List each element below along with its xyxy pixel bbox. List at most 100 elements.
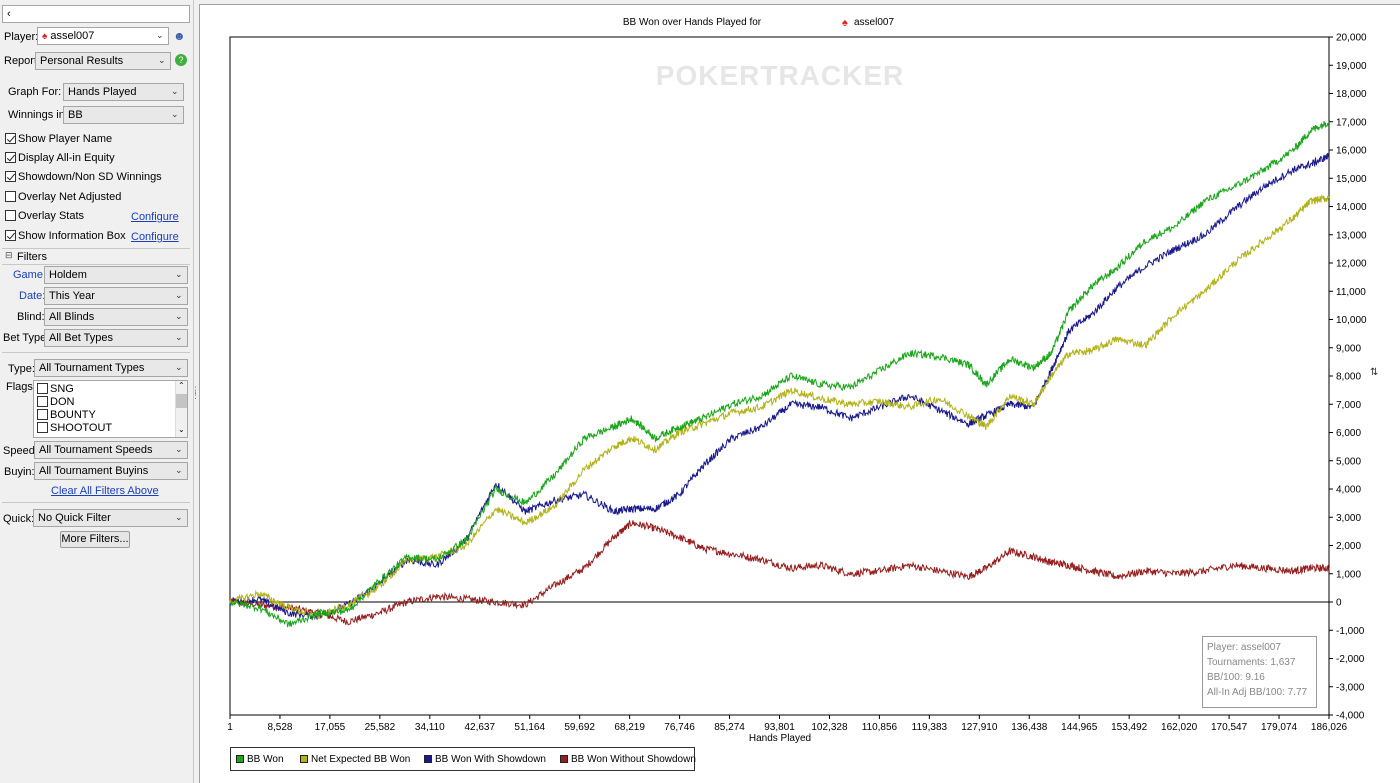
- x-tick-label: 136,438: [1011, 722, 1048, 733]
- graph-for-value: Hands Played: [68, 86, 137, 98]
- checkbox-box[interactable]: [5, 171, 16, 182]
- y-tick-label: 11,000: [1336, 287, 1366, 298]
- chart-legend: BB Won Net Expected BB Won BB Won With S…: [230, 747, 696, 771]
- tournament-type-select[interactable]: All Tournament Types ⌄: [34, 359, 188, 377]
- collapse-icon[interactable]: ⊟: [5, 250, 13, 261]
- title-spade-icon: ♠: [842, 17, 848, 29]
- speed-select[interactable]: All Tournament Speeds ⌄: [34, 441, 188, 459]
- series-line: [229, 120, 1330, 628]
- report-select[interactable]: Personal Results ⌄: [35, 52, 171, 70]
- player-select[interactable]: ♠ assel007 ⌄: [37, 27, 169, 45]
- checkbox-label: Show Player Name: [18, 133, 113, 145]
- checkbox-box[interactable]: [37, 422, 48, 433]
- y-tick-label: 6,000: [1336, 428, 1361, 439]
- legend-swatch: [424, 755, 432, 763]
- flag-item[interactable]: BOUNTY: [37, 409, 96, 422]
- bet-type-select[interactable]: All Bet Types ⌄: [44, 329, 188, 347]
- x-tick-label: 119,383: [912, 722, 948, 733]
- divider: [2, 502, 190, 503]
- y-tick-label: 5,000: [1336, 456, 1361, 467]
- blind-label: Blind:: [17, 311, 45, 323]
- speed-value: All Tournament Speeds: [39, 444, 153, 456]
- y-tick-label: 12,000: [1336, 259, 1367, 270]
- information-box: Player: assel007 Tournaments: 1,637 BB/1…: [1202, 636, 1317, 708]
- more-filters-button[interactable]: More Filters...: [60, 531, 130, 548]
- overlay-stats-configure-link[interactable]: Configure: [131, 211, 179, 223]
- resize-handle-icon[interactable]: ⇅: [1370, 367, 1378, 378]
- y-tick-label: -2,000: [1336, 654, 1365, 665]
- flag-item[interactable]: DON: [37, 396, 74, 409]
- checkbox-box[interactable]: [5, 230, 16, 241]
- x-tick-label: 170,547: [1211, 722, 1248, 733]
- date-select[interactable]: This Year ⌄: [44, 287, 188, 305]
- filters-header: Filters: [17, 251, 47, 263]
- graph-for-label: Graph For:: [8, 86, 62, 98]
- clear-all-filters-link[interactable]: Clear All Filters Above: [51, 485, 159, 497]
- display-all-in-equity-checkbox[interactable]: Display All-in Equity: [5, 152, 115, 166]
- checkbox-box[interactable]: [37, 383, 48, 394]
- x-tick-label: 162,020: [1161, 722, 1198, 733]
- chevron-down-icon: ⌄: [171, 86, 179, 96]
- checkbox-box[interactable]: [37, 409, 48, 420]
- checkbox-box[interactable]: [5, 152, 16, 163]
- blind-select[interactable]: All Blinds ⌄: [44, 308, 188, 326]
- x-tick-label: 102,328: [811, 722, 848, 733]
- x-tick-label: 179,074: [1261, 722, 1298, 733]
- info-all-in-adj: All-In Adj BB/100: 7.77: [1207, 687, 1308, 698]
- type-label: Type:: [8, 363, 35, 375]
- checkbox-box[interactable]: [5, 133, 16, 144]
- y-tick-label: 9,000: [1336, 343, 1361, 354]
- checkbox-label: Overlay Stats: [18, 210, 85, 222]
- game-select[interactable]: Holdem ⌄: [44, 266, 188, 284]
- showdown-non-sd-checkbox[interactable]: Showdown/Non SD Winnings: [5, 171, 162, 185]
- info-box-configure-link[interactable]: Configure: [131, 231, 179, 243]
- x-axis-label: Hands Played: [749, 733, 811, 744]
- overlay-net-adjusted-checkbox[interactable]: Overlay Net Adjusted: [5, 191, 121, 205]
- checkbox-box[interactable]: [5, 191, 16, 202]
- flags-list[interactable]: SNG DON BOUNTY SHOOTOUT ⌃ ⌄: [33, 380, 188, 438]
- checkbox-box[interactable]: [37, 396, 48, 407]
- y-tick-label: 10,000: [1336, 315, 1367, 326]
- flags-scrollbar[interactable]: ⌃ ⌄: [175, 381, 187, 437]
- help-icon[interactable]: ?: [175, 54, 187, 66]
- player-label: Player:: [4, 31, 39, 43]
- checkbox-box[interactable]: [5, 210, 16, 221]
- players-icon[interactable]: ☻: [173, 29, 186, 43]
- legend-label: BB Won: [247, 754, 284, 765]
- show-player-name-checkbox[interactable]: Show Player Name: [5, 133, 112, 147]
- info-tournaments: Tournaments: 1,637: [1207, 657, 1296, 668]
- plot-area: [229, 36, 1330, 716]
- y-tick-label: 18,000: [1336, 89, 1367, 100]
- top-field-value: ‹: [7, 8, 11, 20]
- chevron-down-icon: ⌄: [175, 512, 183, 522]
- show-information-box-checkbox[interactable]: Show Information Box: [5, 230, 126, 244]
- game-label: Game:: [13, 269, 47, 281]
- scroll-up-icon[interactable]: ⌃: [178, 381, 185, 390]
- y-tick-label: 17,000: [1336, 117, 1367, 128]
- buyin-select[interactable]: All Tournament Buyins ⌄: [34, 462, 188, 480]
- x-tick-label: 17,055: [315, 722, 346, 733]
- y-tick-label: -3,000: [1336, 682, 1365, 693]
- x-tick-label: 76,746: [664, 722, 695, 733]
- info-player: Player: assel007: [1207, 642, 1281, 653]
- series-line: [229, 152, 1330, 621]
- x-axis: 1 8,528 17,055 25,582 34,110 42,637 51,164 59,6…: [227, 715, 1348, 733]
- chart-panel: BB Won over Hands Played for ♠ assel007 …: [199, 4, 1400, 783]
- overlay-stats-checkbox[interactable]: Overlay Stats: [5, 210, 84, 224]
- scrollbar-thumb[interactable]: [176, 394, 187, 408]
- flag-item[interactable]: SHOOTOUT: [37, 422, 112, 435]
- y-tick-label: 4,000: [1336, 485, 1361, 496]
- graph-for-select[interactable]: Hands Played ⌄: [63, 83, 184, 101]
- winnings-in-select[interactable]: BB ⌄: [63, 106, 184, 124]
- x-tick-label: 42,637: [464, 722, 495, 733]
- quick-filter-select[interactable]: No Quick Filter ⌄: [33, 509, 188, 527]
- x-tick-label: 68,219: [614, 722, 645, 733]
- top-field[interactable]: ‹: [2, 5, 190, 23]
- x-tick-label: 51,164: [514, 722, 545, 733]
- chevron-down-icon: ⌄: [175, 362, 183, 372]
- player-value: assel007: [50, 30, 95, 42]
- chevron-down-icon: ⌄: [175, 444, 183, 454]
- flag-item[interactable]: SNG: [37, 383, 74, 396]
- scroll-down-icon[interactable]: ⌄: [178, 425, 185, 434]
- checkbox-label: Overlay Net Adjusted: [18, 191, 122, 203]
